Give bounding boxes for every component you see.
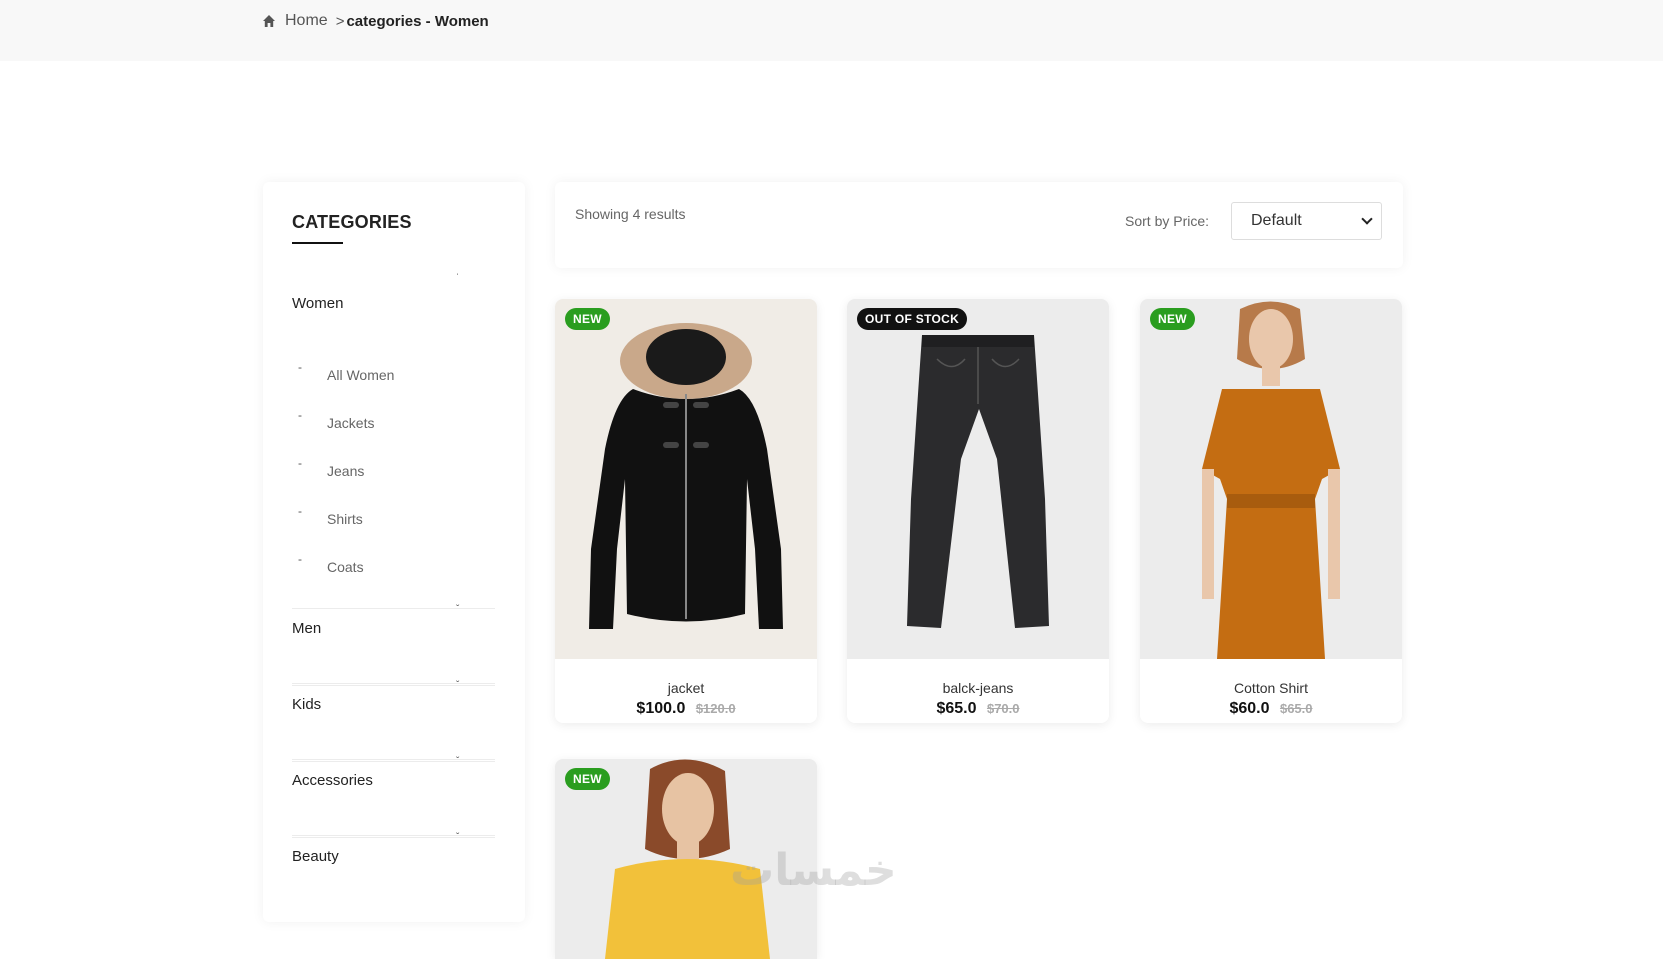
categories-sidebar: CATEGORIES Women ˈ - All Women - Jackets… bbox=[263, 182, 525, 922]
category-divider bbox=[292, 683, 495, 684]
results-count: Showing 4 results bbox=[575, 206, 686, 222]
dash-icon: - bbox=[298, 360, 302, 374]
product-old-price: $65.0 bbox=[1279, 701, 1313, 716]
subcategory-item[interactable]: - All Women bbox=[292, 360, 495, 387]
product-card[interactable]: NEW Cotton Shirt $60.0 $65.0 bbox=[1140, 299, 1402, 723]
dash-icon: - bbox=[298, 504, 302, 518]
watermark-text: خمسات bbox=[730, 846, 897, 895]
category-divider bbox=[292, 685, 495, 686]
breadcrumb-home-link[interactable]: Home bbox=[285, 12, 328, 30]
orange-dress-illustration bbox=[1202, 301, 1340, 659]
product-name[interactable]: Cotton Shirt bbox=[1140, 680, 1402, 696]
subcategory-label[interactable]: Coats bbox=[327, 559, 364, 575]
category-divider bbox=[292, 837, 495, 838]
breadcrumb-separator: > bbox=[335, 12, 345, 30]
product-name[interactable]: jacket bbox=[555, 680, 817, 696]
sort-select-value: Default bbox=[1251, 212, 1302, 229]
black-coat-illustration bbox=[589, 323, 783, 629]
black-coat-image[interactable]: NEW bbox=[555, 299, 817, 659]
category-divider bbox=[292, 835, 495, 836]
product-prices: $60.0 $65.0 bbox=[1140, 700, 1402, 718]
subcategory-label[interactable]: Jeans bbox=[327, 463, 364, 479]
category-name[interactable]: Accessories bbox=[292, 772, 373, 789]
category-divider bbox=[292, 759, 495, 760]
new-badge: NEW bbox=[565, 768, 610, 790]
breadcrumb: Home > categories - Women bbox=[262, 10, 489, 32]
product-old-price: $120.0 bbox=[695, 701, 736, 716]
subcategory-label[interactable]: Jackets bbox=[327, 415, 374, 431]
product-card[interactable]: OUT OF STOCK balck-jeans $65.0 $70.0 bbox=[847, 299, 1109, 723]
dash-icon: - bbox=[298, 408, 302, 422]
category-name[interactable]: Beauty bbox=[292, 848, 339, 865]
results-toolbar: Showing 4 results Sort by Price: Default bbox=[555, 182, 1403, 268]
sidebar-title: CATEGORIES bbox=[292, 212, 412, 232]
product-price: $65.0 bbox=[936, 700, 977, 717]
category-name[interactable]: Women bbox=[292, 295, 343, 312]
black-jeans-illustration bbox=[907, 335, 1049, 628]
subcategory-label[interactable]: Shirts bbox=[327, 511, 363, 527]
out-of-stock-badge: OUT OF STOCK bbox=[857, 308, 968, 330]
product-prices: $100.0 $120.0 bbox=[555, 700, 817, 718]
product-price: $100.0 bbox=[636, 700, 686, 717]
dash-icon: - bbox=[298, 456, 302, 470]
home-icon bbox=[263, 15, 275, 27]
chevron-down-icon[interactable]: ˇ bbox=[456, 604, 459, 615]
category-divider bbox=[292, 761, 495, 762]
product-old-price: $70.0 bbox=[986, 701, 1020, 716]
dash-icon: - bbox=[298, 552, 302, 566]
sort-select[interactable]: Default bbox=[1231, 202, 1382, 240]
chevron-up-icon[interactable]: ˈ bbox=[456, 273, 459, 284]
chevron-down-icon[interactable]: ˇ bbox=[456, 680, 459, 691]
chevron-down-icon bbox=[1361, 213, 1373, 225]
top-bar: Home > categories - Women bbox=[0, 0, 1663, 61]
breadcrumb-current: categories - Women bbox=[346, 12, 489, 30]
chevron-down-icon[interactable]: ˇ bbox=[456, 756, 459, 767]
subcategory-item[interactable]: - Jackets bbox=[292, 408, 495, 435]
subcategory-item[interactable]: - Coats bbox=[292, 552, 495, 579]
new-badge: NEW bbox=[565, 308, 610, 330]
new-badge: NEW bbox=[1150, 308, 1195, 330]
product-prices: $65.0 $70.0 bbox=[847, 700, 1109, 718]
sort-label: Sort by Price: bbox=[1125, 213, 1210, 229]
category-name[interactable]: Men bbox=[292, 620, 321, 637]
chevron-down-icon[interactable]: ˇ bbox=[456, 832, 459, 843]
category-name[interactable]: Kids bbox=[292, 696, 321, 713]
sidebar-title-underline bbox=[292, 242, 343, 244]
product-price: $60.0 bbox=[1229, 700, 1270, 717]
orange-dress-image[interactable]: NEW bbox=[1140, 299, 1402, 659]
subcategory-label[interactable]: All Women bbox=[327, 367, 394, 383]
product-name[interactable]: balck-jeans bbox=[847, 680, 1109, 696]
subcategory-item[interactable]: - Shirts bbox=[292, 504, 495, 531]
product-card[interactable]: NEW jacket $100.0 $120.0 bbox=[555, 299, 817, 723]
subcategory-item[interactable]: - Jeans bbox=[292, 456, 495, 483]
black-jeans-image[interactable]: OUT OF STOCK bbox=[847, 299, 1109, 659]
category-divider bbox=[292, 608, 495, 609]
